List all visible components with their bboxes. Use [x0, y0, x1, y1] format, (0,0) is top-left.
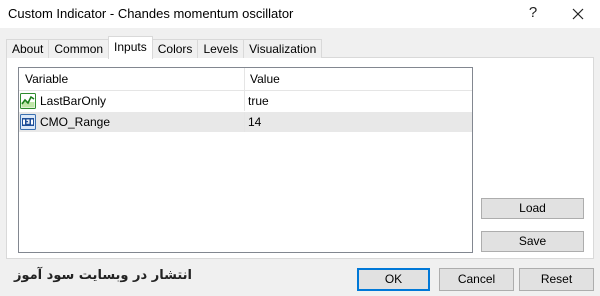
variable-name: LastBarOnly	[40, 94, 107, 108]
tab-colors[interactable]: Colors	[151, 39, 199, 58]
variable-value[interactable]: 14	[248, 115, 261, 129]
reset-button[interactable]: Reset	[519, 268, 594, 291]
save-button[interactable]: Save	[481, 231, 584, 252]
help-button[interactable]: ?	[522, 2, 544, 24]
title-bar: Custom Indicator - Chandes momentum osci…	[0, 0, 600, 28]
inputs-list-view[interactable]: Variable Value LastBarOnly true CMO_Rang…	[18, 67, 473, 253]
cell-divider	[244, 112, 245, 132]
list-header: Variable Value	[19, 68, 472, 91]
cancel-button[interactable]: Cancel	[439, 268, 514, 291]
tab-about[interactable]: About	[6, 39, 50, 58]
load-button[interactable]: Load	[481, 198, 584, 219]
table-row-selected[interactable]: CMO_Range 14	[19, 112, 472, 132]
close-button[interactable]	[566, 2, 590, 24]
variable-value[interactable]: true	[248, 94, 269, 108]
column-header-value[interactable]: Value	[250, 72, 280, 86]
tab-strip: About Common Inputs Colors Levels Visual…	[6, 36, 323, 59]
integer-123-icon	[20, 114, 36, 130]
cell-divider	[244, 91, 245, 111]
column-divider[interactable]	[244, 68, 245, 90]
tab-visualization[interactable]: Visualization	[243, 39, 323, 58]
window-title: Custom Indicator - Chandes momentum osci…	[8, 6, 294, 21]
tab-common[interactable]: Common	[48, 39, 110, 58]
variable-name: CMO_Range	[40, 115, 111, 129]
bool-chart-icon	[20, 93, 36, 109]
ok-button[interactable]: OK	[357, 268, 430, 291]
tab-levels[interactable]: Levels	[197, 39, 245, 58]
column-header-variable[interactable]: Variable	[25, 72, 68, 86]
table-row[interactable]: LastBarOnly true	[19, 91, 472, 111]
close-icon	[572, 8, 584, 20]
watermark-text: انتشار در وبسایت سود آموز	[14, 268, 192, 283]
tab-inputs[interactable]: Inputs	[108, 36, 153, 59]
